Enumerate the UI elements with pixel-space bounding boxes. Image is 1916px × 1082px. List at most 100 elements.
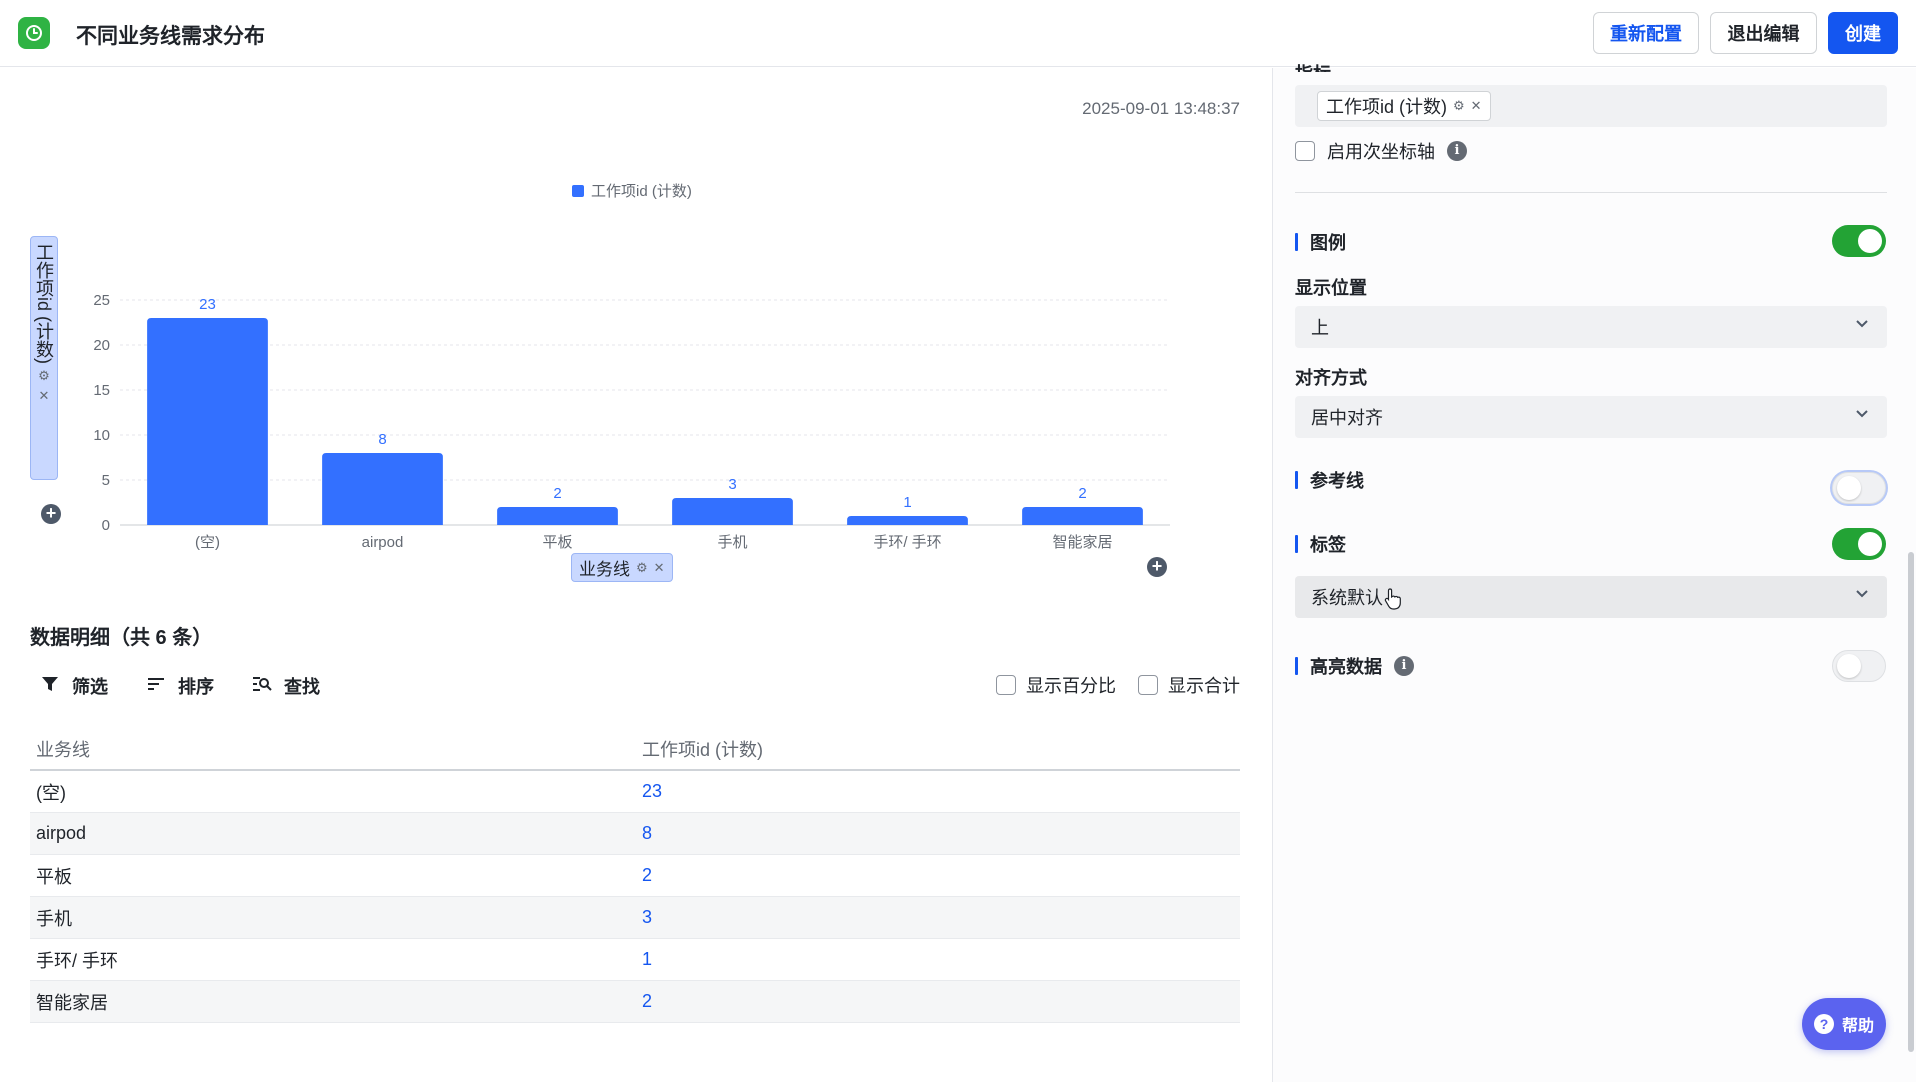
cell-line: (空) bbox=[36, 782, 66, 803]
sort-button[interactable]: 排序 bbox=[146, 673, 214, 699]
create-button[interactable]: 创建 bbox=[1828, 12, 1898, 54]
secondary-axis-label: 启用次坐标轴 bbox=[1327, 142, 1435, 162]
find-icon bbox=[252, 675, 272, 698]
align-value: 居中对齐 bbox=[1311, 408, 1383, 428]
chevron-down-icon bbox=[1855, 316, 1869, 333]
show-total-checkbox[interactable] bbox=[1138, 675, 1158, 695]
labels-section: 标签 bbox=[1295, 531, 1346, 557]
y-tick-label: 20 bbox=[93, 337, 110, 354]
gear-icon[interactable]: ⚙ bbox=[1453, 98, 1465, 114]
details-options: 显示百分比 显示合计 bbox=[996, 672, 1240, 698]
position-label: 显示位置 bbox=[1295, 278, 1367, 298]
cell-count[interactable]: 1 bbox=[636, 949, 1240, 970]
align-select[interactable]: 居中对齐 bbox=[1295, 396, 1887, 438]
divider bbox=[1295, 192, 1887, 193]
table-row: 手机 3 bbox=[30, 897, 1240, 939]
reconfigure-button[interactable]: 重新配置 bbox=[1593, 12, 1699, 54]
x-axis-field-pill[interactable]: 业务线 ⚙ ✕ bbox=[571, 553, 673, 582]
y-tick-label: 5 bbox=[102, 472, 110, 489]
x-tick-label: 手环/ 手环 bbox=[873, 534, 941, 551]
exit-edit-button[interactable]: 退出编辑 bbox=[1710, 12, 1817, 54]
settings-panel: 指标 工作项id (计数) ⚙ ✕ 启用次坐标轴 i 图例 显示位置 上 对齐方… bbox=[1272, 64, 1916, 1082]
cell-count[interactable]: 3 bbox=[636, 907, 1240, 928]
add-x-field-icon[interactable]: + bbox=[1147, 557, 1167, 577]
metric-tag[interactable]: 工作项id (计数) ⚙ ✕ bbox=[1317, 91, 1491, 121]
y-tick-label: 10 bbox=[93, 427, 110, 444]
x-tick-label: 平板 bbox=[542, 533, 572, 551]
y-axis-field-pill[interactable]: 工作项id (计数) ⚙ ✕ bbox=[30, 236, 58, 480]
filter-label: 筛选 bbox=[72, 677, 108, 697]
question-icon: ? bbox=[1813, 1014, 1834, 1034]
info-icon[interactable]: i bbox=[1447, 141, 1467, 161]
x-axis-field-label: 业务线 bbox=[579, 560, 630, 579]
bar bbox=[322, 453, 443, 525]
cell-count[interactable]: 23 bbox=[636, 781, 1240, 802]
info-icon[interactable]: i bbox=[1394, 656, 1414, 676]
show-total-label: 显示合计 bbox=[1168, 676, 1240, 696]
legend-toggle[interactable] bbox=[1832, 225, 1886, 257]
show-percent-option[interactable]: 显示百分比 bbox=[996, 672, 1116, 698]
filter-button[interactable]: 筛选 bbox=[40, 673, 108, 699]
bar bbox=[672, 498, 793, 525]
bar bbox=[497, 507, 618, 525]
y-axis-field-label: 工作项id (计数) bbox=[34, 243, 54, 364]
x-tick-label: airpod bbox=[362, 534, 404, 551]
column-header[interactable]: 业务线 bbox=[30, 736, 636, 762]
help-label: 帮助 bbox=[1841, 1018, 1874, 1035]
gear-icon[interactable]: ⚙ bbox=[38, 368, 50, 384]
page-title: 不同业务线需求分布 bbox=[76, 25, 265, 48]
labels-toggle[interactable] bbox=[1832, 528, 1886, 560]
cell-count[interactable]: 2 bbox=[636, 865, 1240, 886]
labels-section-label: 标签 bbox=[1310, 535, 1346, 555]
help-button[interactable]: ? 帮助 bbox=[1802, 998, 1886, 1050]
metric-section-label: 指标 bbox=[1295, 60, 1331, 72]
bar bbox=[147, 318, 268, 525]
toggle-knob bbox=[1837, 476, 1861, 500]
column-header[interactable]: 工作项id (计数) bbox=[636, 736, 1240, 762]
cell-count[interactable]: 2 bbox=[636, 991, 1240, 1012]
x-tick-label: 手机 bbox=[717, 534, 747, 551]
close-icon[interactable]: ✕ bbox=[1471, 98, 1482, 114]
chart-editor-panel: 2025-09-01 13:48:37 工作项id (计数) 工作项id (计数… bbox=[0, 68, 1272, 1082]
show-total-option[interactable]: 显示合计 bbox=[1138, 672, 1240, 698]
add-y-field-icon[interactable]: + bbox=[41, 504, 61, 524]
y-tick-label: 25 bbox=[93, 292, 110, 309]
secondary-axis-checkbox[interactable] bbox=[1295, 141, 1315, 161]
table-header: 业务线 工作项id (计数) bbox=[30, 728, 1240, 771]
cell-line: 智能家居 bbox=[36, 992, 108, 1013]
chart-legend: 工作项id (计数) bbox=[572, 180, 692, 201]
top-header: 不同业务线需求分布 重新配置 退出编辑 创建 bbox=[0, 0, 1916, 67]
data-label: 8 bbox=[378, 431, 386, 448]
legend-section-label: 图例 bbox=[1310, 233, 1346, 253]
metric-tag-label: 工作项id (计数) bbox=[1326, 97, 1447, 117]
sort-label: 排序 bbox=[178, 677, 214, 697]
find-button[interactable]: 查找 bbox=[252, 673, 320, 699]
cell-count[interactable]: 8 bbox=[636, 823, 1240, 844]
reference-line-label: 参考线 bbox=[1310, 471, 1364, 491]
table-row: (空) 23 bbox=[30, 771, 1240, 813]
position-select[interactable]: 上 bbox=[1295, 306, 1887, 348]
close-icon[interactable]: ✕ bbox=[654, 560, 665, 576]
gear-icon[interactable]: ⚙ bbox=[636, 560, 648, 576]
bar-chart: 0 5 10 15 20 25 23 (空) 8 airpod 2 平板 3 手机 1 手环/ 手环 2 智能家居 bbox=[93, 292, 1170, 551]
section-accent bbox=[1295, 233, 1298, 251]
cell-line: 手机 bbox=[36, 908, 72, 929]
highlight-toggle[interactable] bbox=[1832, 650, 1886, 682]
details-table: 业务线 工作项id (计数) (空) 23 airpod 8 平板 2 手机 3… bbox=[30, 740, 1240, 1023]
close-icon[interactable]: ✕ bbox=[39, 388, 50, 404]
scrollbar[interactable] bbox=[1908, 552, 1914, 1052]
x-tick-label: 智能家居 bbox=[1052, 533, 1112, 551]
data-label: 3 bbox=[728, 476, 736, 493]
table-row: 手环/ 手环 1 bbox=[30, 939, 1240, 981]
highlight-section: 高亮数据 i bbox=[1295, 653, 1414, 679]
secondary-axis-option[interactable]: 启用次坐标轴 i bbox=[1295, 138, 1467, 164]
show-percent-checkbox[interactable] bbox=[996, 675, 1016, 695]
timestamp: 2025-09-01 13:48:37 bbox=[1082, 99, 1240, 118]
reference-line-toggle[interactable] bbox=[1832, 472, 1886, 504]
bar bbox=[1022, 507, 1143, 525]
cell-line: 手环/ 手环 bbox=[36, 950, 119, 971]
metric-drop-zone[interactable]: 工作项id (计数) ⚙ ✕ bbox=[1295, 85, 1887, 127]
data-label: 23 bbox=[199, 296, 216, 313]
legend-label: 工作项id (计数) bbox=[591, 183, 692, 200]
hand-cursor-icon bbox=[1384, 588, 1401, 610]
